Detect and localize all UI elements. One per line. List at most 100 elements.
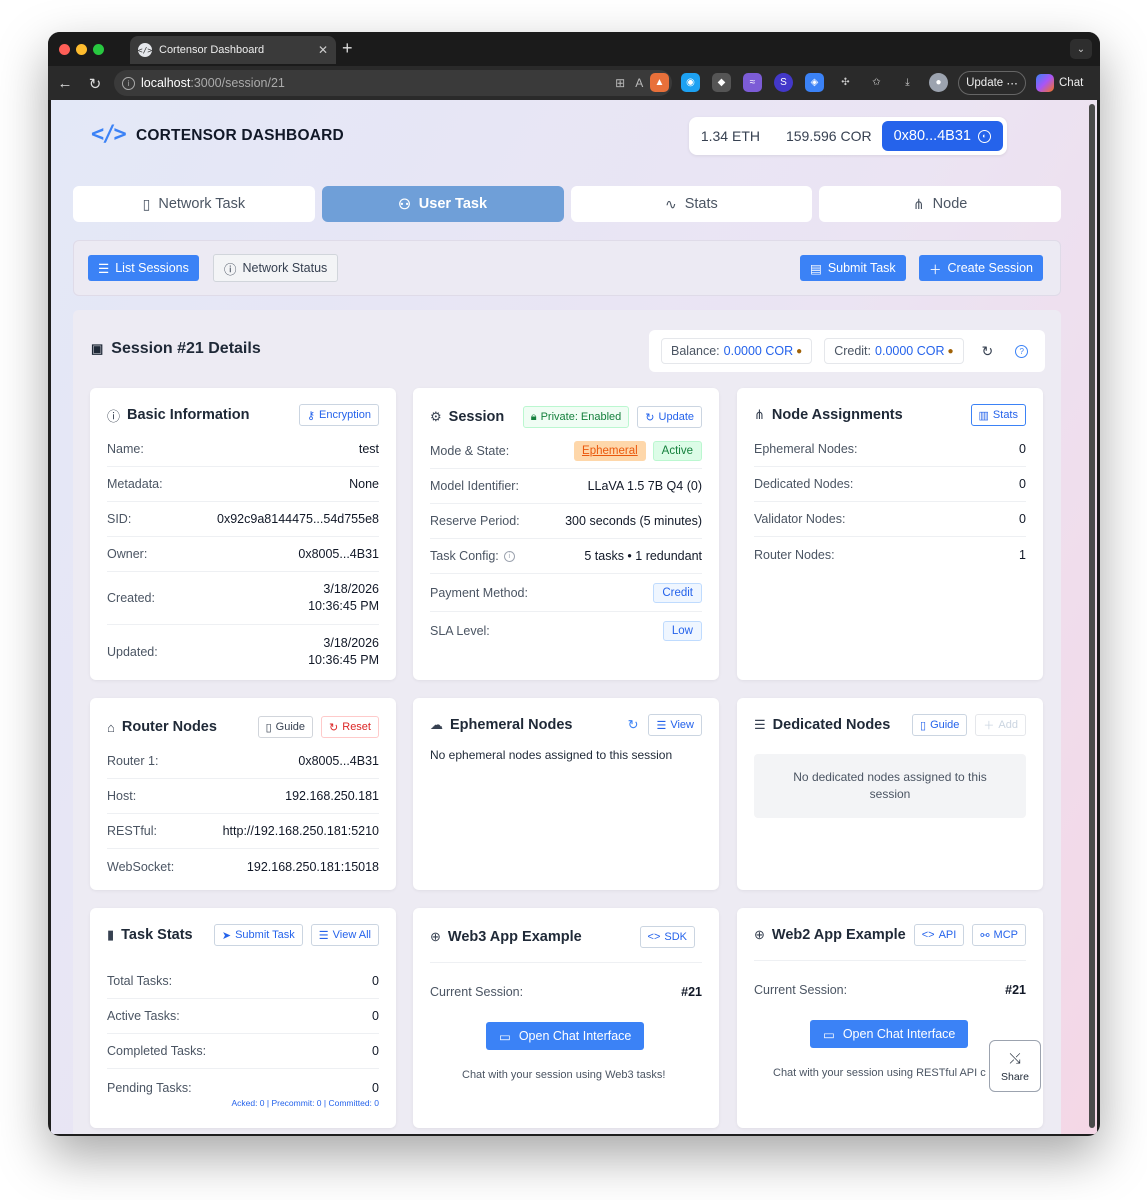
avatar[interactable]: ● — [929, 73, 948, 92]
share-button[interactable]: ⤯ Share — [989, 1040, 1041, 1092]
row-key: SID: — [107, 512, 132, 526]
web2-open-chat-button[interactable]: ▭ Open Chat Interface — [810, 1020, 969, 1048]
row-value: 5 tasks • 1 redundant — [584, 549, 702, 563]
chevron-down-icon[interactable]: ⌄ — [1070, 39, 1092, 59]
card-title: ⌂ Router Nodes — [107, 719, 217, 735]
row-value: 300 seconds (5 minutes) — [565, 514, 702, 528]
card-title: ▮ Task Stats — [107, 927, 193, 943]
dedicated-add-button[interactable]: ＋ Add — [975, 714, 1026, 736]
basic-info-rows: Name: test Metadata: None SID: 0x92c9a81444… — [107, 432, 379, 678]
back-arrow-icon[interactable]: ← — [50, 75, 80, 92]
card-actions: ↻ ☰ View — [628, 714, 702, 736]
tab-label: Stats — [684, 196, 718, 212]
cloud-icon: ☁ — [430, 717, 443, 732]
s-extension-icon[interactable]: S — [774, 73, 793, 92]
eth-balance: 1.34 ETH — [700, 128, 760, 144]
row-key: Validator Nodes: — [754, 512, 846, 526]
pending-detail: Acked: 0 | Precommit: 0 | Committed: 0 — [231, 1098, 379, 1108]
fox-extension-icon[interactable]: ▲ — [650, 73, 669, 92]
update-session-button[interactable]: ↻ Update — [637, 406, 702, 428]
maximize-window-button[interactable] — [93, 44, 104, 55]
tab-user-task[interactable]: ⚇ User Task — [321, 186, 564, 222]
row-key: Router 1: — [107, 754, 159, 768]
chat-extension-icon[interactable]: ◈ — [805, 73, 824, 92]
info-icon[interactable]: i — [503, 550, 515, 562]
refresh-icon: ↻ — [645, 411, 655, 424]
sdk-label: SDK — [664, 931, 687, 943]
web3-note: Chat with your session using Web3 tasks! — [462, 1069, 666, 1081]
card-title: ⊕ Web2 App Example — [754, 927, 906, 943]
favorites-icon[interactable]: ✩ — [867, 73, 886, 92]
read-aloud-icon[interactable]: A — [635, 76, 643, 90]
create-session-button[interactable]: ＋ Create Session — [919, 255, 1043, 281]
row-value: 0 — [1019, 477, 1026, 491]
network-status-button[interactable]: ⓘ Network Status — [213, 254, 339, 282]
node-stats-button[interactable]: ▥ Stats — [970, 404, 1026, 426]
help-icon[interactable]: ? — [1015, 344, 1029, 358]
ephemeral-nodes-title: Ephemeral Nodes — [450, 717, 573, 733]
tab-stats[interactable]: ∿ Stats — [570, 186, 813, 222]
tab-node[interactable]: ⋔ Node — [819, 186, 1061, 222]
money-bag-icon: ● — [796, 345, 803, 357]
wave-extension-icon[interactable]: ≈ — [743, 73, 762, 92]
close-icon[interactable]: ✕ — [318, 43, 328, 57]
code-icon: <> — [921, 929, 935, 941]
row-key: Updated: — [107, 644, 158, 659]
info-row: Task Config: i 5 tasks • 1 redundant — [430, 539, 702, 574]
bar-chart-icon: ▮ — [107, 927, 115, 942]
encryption-button[interactable]: ⚷ Encryption — [298, 404, 379, 426]
private-status-badge[interactable]: 🔒︎ Private: Enabled — [522, 406, 630, 428]
scrollbar[interactable] — [1089, 104, 1095, 1128]
stats-submit-task-button[interactable]: ➤ Submit Task — [213, 924, 303, 946]
basic-info-title: Basic Information — [127, 407, 250, 423]
router-reset-button[interactable]: ↻ Reset — [321, 716, 379, 738]
info-row: Mode & State: Ephemeral Active — [430, 434, 702, 469]
dedicated-guide-button[interactable]: ▯ Guide — [912, 714, 968, 736]
row-key: Reserve Period: — [430, 514, 520, 528]
mcp-button[interactable]: ⚯ MCP — [972, 924, 1026, 946]
row-key: Dedicated Nodes: — [754, 477, 854, 491]
ephemeral-view-button[interactable]: ☰ View — [648, 714, 702, 736]
open-chat-label: Open Chat Interface — [518, 1029, 632, 1043]
globe-icon: ⊕ — [430, 929, 441, 944]
wallet-address-button[interactable]: 0x80...4B31 ◐ — [881, 121, 1003, 151]
tab-network-task[interactable]: ▯ Network Task — [73, 186, 315, 222]
new-tab-icon[interactable]: + — [342, 38, 353, 59]
reload-icon[interactable]: ↻ — [80, 75, 110, 93]
basic-information-card: ⓘ Basic Information ⚷ Encryption Name: test… — [90, 388, 396, 680]
list-sessions-button[interactable]: ☰ List Sessions — [88, 255, 199, 281]
browser-tab[interactable]: </> Cortensor Dashboard ✕ — [130, 36, 336, 64]
refresh-icon[interactable]: ↻ — [628, 714, 639, 736]
submit-task-button[interactable]: ▤ Submit Task — [800, 255, 906, 281]
shield-extension-icon[interactable]: ◆ — [712, 73, 731, 92]
router-guide-button[interactable]: ▯ Guide — [257, 716, 314, 738]
session-rows: Mode & State: Ephemeral Active Model Ident… — [430, 434, 702, 650]
minimize-window-button[interactable] — [76, 44, 87, 55]
router-nodes-card: ⌂ Router Nodes ▯ Guide ↻ Reset Router 1: 0x8… — [90, 698, 396, 890]
credit-value: 0.0000 COR — [875, 344, 945, 358]
brand-title: CORTENSOR DASHBOARD — [136, 127, 344, 144]
browser-chat-button[interactable]: Chat — [1036, 71, 1083, 95]
download-icon[interactable]: ⤓ — [898, 73, 917, 92]
row-key: Payment Method: — [430, 585, 528, 600]
reset-label: Reset — [342, 721, 371, 733]
view-all-button[interactable]: ☰ View All — [310, 924, 379, 946]
time-value: 10:36:45 PM — [308, 599, 379, 613]
sdk-button[interactable]: <> SDK — [639, 926, 695, 948]
alert-circle-icon: ⓘ — [224, 262, 237, 277]
card-actions: <> API ⚯ MCP — [913, 924, 1026, 946]
web3-open-chat-button[interactable]: ▭ Open Chat Interface — [486, 1022, 645, 1050]
puzzle-icon[interactable]: ✣ — [836, 73, 855, 92]
cor-balance: 159.596 COR — [785, 128, 872, 144]
browser-update-button[interactable]: Update ⋯ — [958, 71, 1026, 95]
info-icon[interactable]: i — [122, 76, 135, 90]
card-actions: ➤ Submit Task ☰ View All — [213, 924, 379, 946]
close-window-button[interactable] — [59, 44, 70, 55]
info-row: Validator Nodes: 0 — [754, 502, 1026, 537]
date-value: 3/18/2026 — [323, 582, 379, 596]
api-button[interactable]: <> API — [913, 924, 965, 946]
square-extension-icon[interactable]: ◉ — [681, 73, 700, 92]
address-bar[interactable]: i localhost :3000/session/21 ⊞ A ☆ — [114, 70, 672, 96]
grid-icon[interactable]: ⊞ — [615, 76, 625, 90]
refresh-icon[interactable]: ↻ — [982, 343, 994, 360]
